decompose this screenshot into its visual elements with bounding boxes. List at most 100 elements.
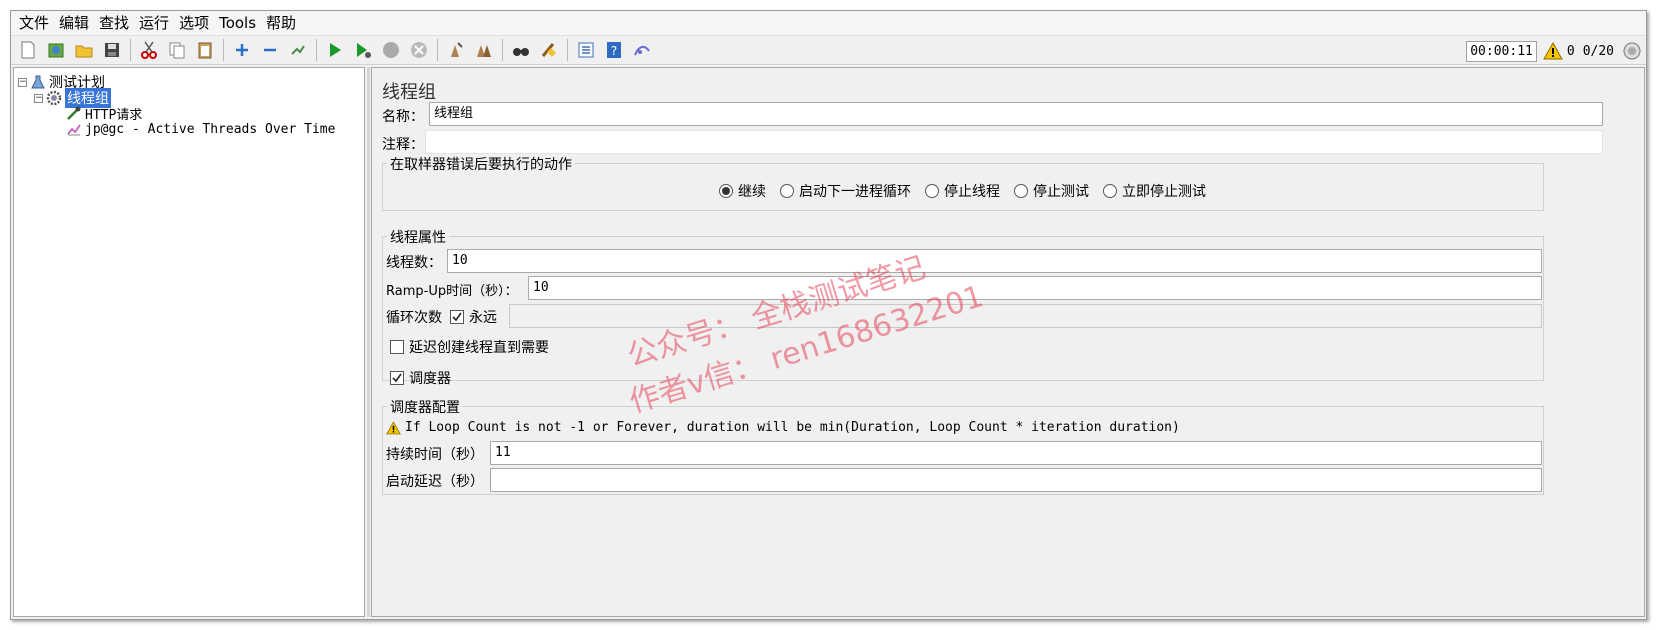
gear-icon	[46, 90, 62, 106]
rampup-input[interactable]: 10	[528, 276, 1542, 300]
rampup-row: Ramp-Up时间（秒）：	[386, 280, 518, 299]
clear-icon[interactable]	[444, 38, 468, 62]
shutdown-icon[interactable]	[407, 38, 431, 62]
toolbar-status: 00:00:11 0 0/20	[1466, 40, 1642, 62]
threads-label: 线程数：	[386, 255, 442, 271]
loop-count-input[interactable]	[509, 304, 1542, 328]
radio-label: 继续	[738, 184, 766, 200]
name-row: 名称：	[382, 106, 424, 126]
startup-delay-input[interactable]	[490, 468, 1542, 492]
duration-input[interactable]: 11	[490, 441, 1542, 465]
radio-stop-thread[interactable]: 停止线程	[925, 181, 1000, 201]
radio-label: 停止测试	[1033, 184, 1089, 200]
delay-row: 延迟创建线程直到需要	[390, 337, 549, 357]
duration-label: 持续时间（秒）	[386, 447, 484, 463]
graph-icon	[66, 121, 82, 137]
comment-row: 注释：	[382, 134, 424, 154]
help-icon[interactable]: ?	[602, 38, 626, 62]
templates-icon[interactable]	[44, 38, 68, 62]
scheduler-warning-text: If Loop Count is not -1 or Forever, dura…	[405, 420, 1180, 435]
toolbar-separator	[316, 39, 317, 61]
warning-count: 0	[1566, 43, 1575, 59]
radio-button[interactable]	[719, 184, 733, 198]
threads-input[interactable]: 10	[447, 249, 1542, 273]
radio-stop-test-now[interactable]: 立即停止测试	[1103, 181, 1206, 201]
error-action-options: 继续 启动下一进程循环 停止线程 停止测试 立即停止测试	[719, 181, 1220, 201]
error-action-group: 在取样器错误后要执行的动作 继续 启动下一进程循环 停止线程 停止测试 立即停止…	[382, 154, 1544, 211]
delay-checkbox[interactable]	[390, 340, 404, 354]
svg-text:?: ?	[611, 44, 617, 58]
scheduler-label: 调度器	[409, 371, 451, 387]
toolbar-separator	[130, 39, 131, 61]
start-no-pause-icon[interactable]	[351, 38, 375, 62]
paste-icon[interactable]	[193, 38, 217, 62]
new-icon[interactable]	[16, 38, 40, 62]
menu-run[interactable]: 运行	[134, 11, 174, 35]
forever-checkbox[interactable]	[450, 310, 464, 324]
tree-node-http-request[interactable]: HTTP请求	[66, 105, 143, 123]
search-icon[interactable]	[509, 38, 533, 62]
remote-icon[interactable]	[630, 38, 654, 62]
radio-continue[interactable]: 继续	[719, 181, 766, 201]
open-icon[interactable]	[72, 38, 96, 62]
tree-label: HTTP请求	[85, 107, 143, 123]
cut-icon[interactable]	[137, 38, 161, 62]
jmeter-window: 文件 编辑 查找 运行 选项 Tools 帮助 ? 00:00:11 0 0/2…	[10, 10, 1647, 620]
threads-row: 线程数：	[386, 252, 442, 272]
copy-icon[interactable]	[165, 38, 189, 62]
menu-edit[interactable]: 编辑	[54, 11, 94, 35]
name-input[interactable]: 线程组	[429, 102, 1603, 126]
radio-button[interactable]	[780, 184, 794, 198]
radio-label: 停止线程	[944, 184, 1000, 200]
collapse-icon[interactable]	[258, 38, 282, 62]
toolbar-separator	[502, 39, 503, 61]
save-icon[interactable]	[100, 38, 124, 62]
menu-bar: 文件 编辑 查找 运行 选项 Tools 帮助	[11, 11, 1646, 35]
flask-icon	[30, 74, 46, 90]
test-plan-tree[interactable]: − 测试计划 − 线程组 HTTP请求 jp@gc - Active Threa…	[13, 67, 365, 617]
status-indicator-icon	[1622, 41, 1642, 61]
startup-delay-row: 启动延迟（秒）	[386, 471, 484, 491]
thread-group-panel: 线程组 名称： 线程组 注释： 在取样器错误后要执行的动作 继续 启动下一进程循…	[371, 67, 1645, 617]
menu-help[interactable]: 帮助	[261, 11, 301, 35]
stop-icon[interactable]	[379, 38, 403, 62]
radio-label: 启动下一进程循环	[799, 184, 911, 200]
reset-search-icon[interactable]	[537, 38, 561, 62]
scheduler-checkbox[interactable]	[390, 371, 404, 385]
collapse-toggle[interactable]: −	[18, 77, 27, 87]
toolbar-separator	[223, 39, 224, 61]
elapsed-timer: 00:00:11	[1466, 40, 1537, 62]
radio-stop-test[interactable]: 停止测试	[1014, 181, 1089, 201]
startup-delay-label: 启动延迟（秒）	[386, 474, 484, 490]
tree-label: jp@gc - Active Threads Over Time	[85, 121, 336, 137]
tree-node-listener[interactable]: jp@gc - Active Threads Over Time	[66, 121, 335, 137]
clear-all-icon[interactable]	[472, 38, 496, 62]
menu-tools[interactable]: Tools	[214, 11, 261, 35]
thread-properties-legend: 线程属性	[387, 227, 449, 247]
menu-file[interactable]: 文件	[14, 11, 54, 35]
rampup-label: Ramp-Up时间（秒）：	[386, 284, 518, 299]
toolbar-separator	[437, 39, 438, 61]
expand-icon[interactable]	[230, 38, 254, 62]
warning-icon	[386, 420, 401, 435]
radio-button[interactable]	[1103, 184, 1117, 198]
collapse-toggle[interactable]: −	[34, 93, 43, 103]
radio-button[interactable]	[1014, 184, 1028, 198]
toggle-icon[interactable]	[286, 38, 310, 62]
scheduler-config-legend: 调度器配置	[387, 397, 463, 417]
comment-label: 注释：	[382, 137, 424, 153]
split-pane-divider[interactable]	[367, 67, 370, 617]
warning-icon[interactable]	[1543, 42, 1563, 60]
comment-input[interactable]	[425, 130, 1603, 154]
function-helper-icon[interactable]	[574, 38, 598, 62]
loop-row: 循环次数 永远	[386, 307, 497, 327]
loop-label: 循环次数	[386, 310, 442, 326]
menu-options[interactable]: 选项	[174, 11, 214, 35]
radio-start-next-loop[interactable]: 启动下一进程循环	[780, 181, 911, 201]
menu-search[interactable]: 查找	[94, 11, 134, 35]
radio-button[interactable]	[925, 184, 939, 198]
pipette-icon	[66, 105, 82, 121]
scheduler-row: 调度器	[390, 368, 451, 388]
start-icon[interactable]	[323, 38, 347, 62]
forever-label: 永远	[469, 310, 497, 326]
